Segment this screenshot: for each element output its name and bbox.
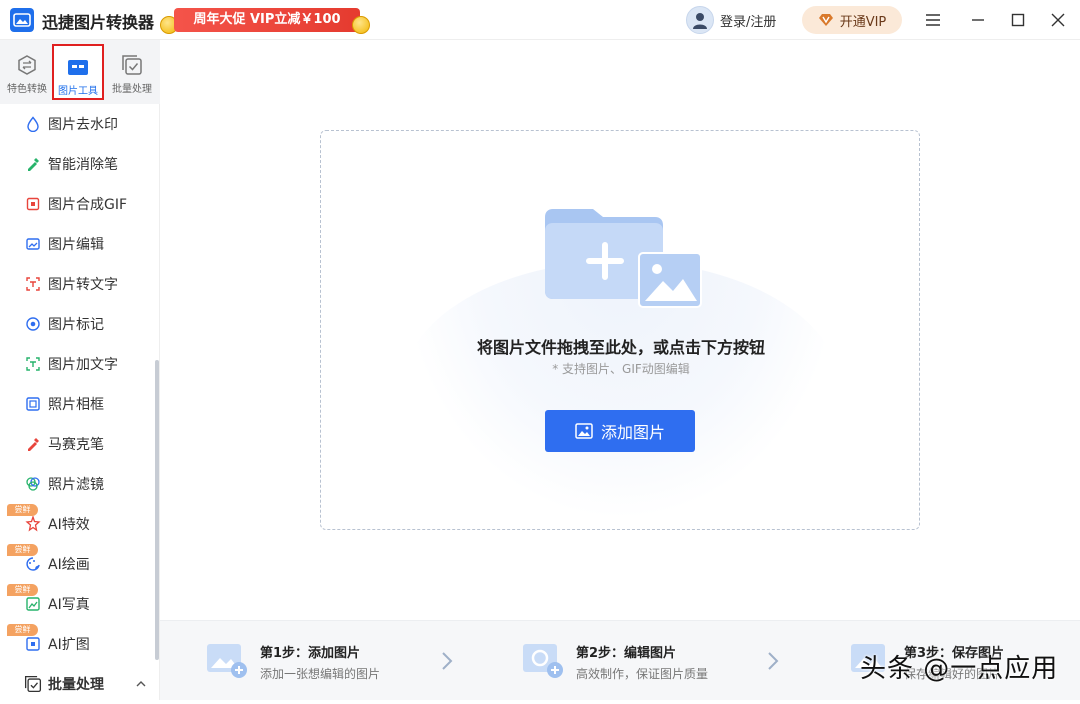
new-badge: 尝鲜 [7,624,38,636]
edit-image-icon [26,238,40,250]
maximize-icon[interactable] [1008,10,1028,30]
mosaic-pen-icon [28,438,39,451]
sidebar-item-label: AI扩图 [48,637,90,653]
chevron-up-icon[interactable] [136,680,146,687]
step-title: 第2步：编辑图片 [576,646,677,661]
batch-icon [122,55,142,75]
sidebar-item-label: AI绘画 [48,557,90,573]
sidebar-item-ai-effect[interactable]: 尝鲜 AI特效 [0,504,155,544]
scan-text-icon [26,277,40,291]
vip-diamond-icon [818,14,833,26]
toolbox-icon [68,60,88,75]
sidebar-item-add-text[interactable]: 图片加文字 [0,344,155,384]
title-bar: 迅捷图片转换器 周年大促 VIP立减￥100 登录/注册 开通VIP [0,0,1080,40]
sidebar-item-label: 图片标记 [48,317,104,333]
minimize-icon[interactable] [968,10,988,30]
marker-icon [26,317,40,331]
sidebar: 特色转换 图片工具 批量处理 图片去水印 智能消除笔 图片合成GIF 图片编辑 [0,40,160,700]
edit-image-step-icon [523,644,563,678]
tab-label: 图片工具 [58,86,98,97]
sidebar-item-label: 图片编辑 [48,237,104,253]
step-title: 第1步：添加图片 [260,646,361,661]
add-image-label: 添加图片 [600,423,665,442]
gif-icon [26,197,40,211]
sidebar-item-watermark-remove[interactable]: 图片去水印 [0,104,155,144]
vip-label: 开通VIP [839,14,887,30]
sidebar-item-photo-filter[interactable]: 照片滤镜 [0,464,155,504]
sidebar-item-image-to-text[interactable]: 图片转文字 [0,264,155,304]
droplet-icon [27,116,39,132]
watermark: 头条 @一点应用 [860,654,1059,684]
ai-portrait-icon [26,597,40,611]
drop-zone[interactable]: 将图片文件拖拽至此处，或点击下方按钮 * 支持图片、GIF动图编辑 添加图片 [320,130,920,530]
login-button[interactable]: 登录/注册 [686,6,776,34]
add-image-step-icon [207,644,247,678]
close-icon[interactable] [1048,10,1068,30]
sidebar-item-gif[interactable]: 图片合成GIF [0,184,155,224]
sidebar-item-label: 照片滤镜 [48,477,104,493]
eraser-pen-icon [28,158,39,171]
folder-add-image-icon [545,209,702,308]
tab-batch[interactable]: 批量处理 [106,44,158,100]
add-image-button[interactable]: 添加图片 [545,410,695,452]
sidebar-section-batch[interactable]: 批量处理 [0,664,155,704]
batch-icon [24,675,42,693]
ai-expand-icon [26,637,40,651]
sidebar-item-smart-eraser[interactable]: 智能消除笔 [0,144,155,184]
tab-image-tools[interactable]: 图片工具 [52,44,104,100]
sidebar-item-image-mark[interactable]: 图片标记 [0,304,155,344]
sidebar-item-label: 图片加文字 [48,357,118,373]
chevron-right-icon [442,652,453,670]
sidebar-item-ai-portrait[interactable]: 尝鲜 AI写真 [0,584,155,624]
step-desc: 高效制作，保证图片质量 [576,667,709,681]
promo-text: 周年大促 VIP立减￥100 [174,8,360,32]
new-badge: 尝鲜 [7,504,38,516]
sidebar-item-image-edit[interactable]: 图片编辑 [0,224,155,264]
chevron-right-icon [768,652,779,670]
sidebar-item-label: AI写真 [48,597,90,613]
ai-effect-icon [25,516,41,532]
avatar-icon [686,6,714,34]
filter-icon [26,477,40,491]
step-desc: 添加一张想编辑的图片 [260,667,381,681]
tab-label: 批量处理 [112,84,152,95]
sidebar-item-photo-frame[interactable]: 照片相框 [0,384,155,424]
vip-button[interactable]: 开通VIP [802,6,902,34]
drop-zone-subtitle: * 支持图片、GIF动图编辑 [552,362,690,376]
tab-label: 特色转换 [7,84,47,95]
sidebar-item-ai-expand[interactable]: 尝鲜 AI扩图 [0,624,155,664]
sidebar-item-label: 图片去水印 [48,117,118,133]
convert-icon [18,55,36,75]
app-title: 迅捷图片转换器 [42,13,155,32]
sidebar-item-label: AI特效 [48,517,90,533]
promo-banner[interactable]: 周年大促 VIP立减￥100 [160,6,372,34]
sidebar-section-label: 批量处理 [48,677,104,693]
new-badge: 尝鲜 [7,584,38,596]
add-text-icon [26,357,40,371]
main-area: 将图片文件拖拽至此处，或点击下方按钮 * 支持图片、GIF动图编辑 添加图片 [160,40,1080,620]
drop-zone-title: 将图片文件拖拽至此处，或点击下方按钮 [476,338,765,357]
image-icon [575,423,593,439]
coin-icon [352,16,370,34]
app-logo-icon [10,8,34,32]
sidebar-item-ai-paint[interactable]: 尝鲜 AI绘画 [0,544,155,584]
sidebar-item-label: 照片相框 [48,397,104,413]
tab-special-convert[interactable]: 特色转换 [1,44,53,100]
sidebar-item-label: 智能消除笔 [48,157,118,173]
login-label: 登录/注册 [720,14,777,30]
sidebar-item-mosaic-pen[interactable]: 马赛克笔 [0,424,155,464]
sidebar-scrollbar[interactable] [155,360,159,660]
menu-icon[interactable] [923,10,943,30]
sidebar-item-label: 图片合成GIF [48,197,128,213]
new-badge: 尝鲜 [7,544,38,556]
sidebar-item-label: 马赛克笔 [48,437,104,453]
ai-paint-icon [26,557,40,571]
sidebar-item-label: 图片转文字 [48,277,118,293]
frame-icon [26,397,40,411]
sidebar-tabs: 特色转换 图片工具 批量处理 [0,40,160,104]
